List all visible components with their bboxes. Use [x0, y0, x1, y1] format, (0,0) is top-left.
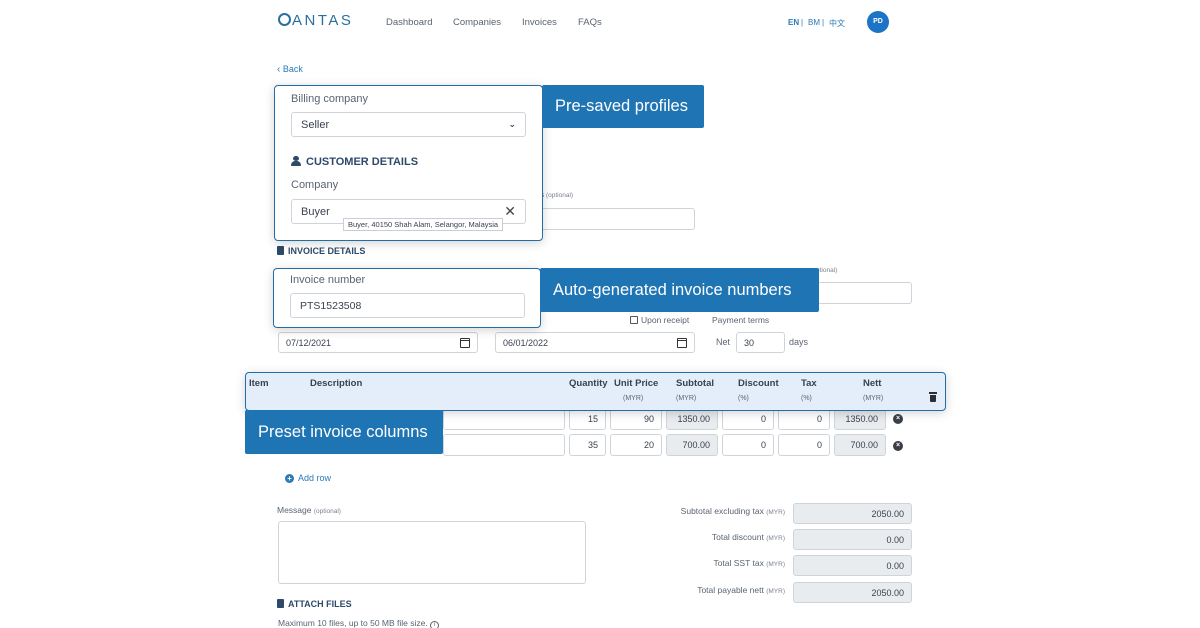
billing-company-select[interactable]: Seller ⌄: [291, 112, 526, 137]
back-link[interactable]: ‹ Back: [277, 64, 303, 75]
lang-separator: |: [822, 18, 825, 27]
due-date-value: 06/01/2022: [503, 337, 549, 348]
brand-logo[interactable]: ANTAS: [278, 12, 353, 29]
chevron-left-icon: ‹: [277, 64, 281, 75]
nav-companies[interactable]: Companies: [453, 17, 501, 28]
billing-company-label: Billing company: [291, 93, 369, 105]
info-icon[interactable]: i: [430, 621, 440, 628]
back-label: Back: [282, 64, 303, 74]
company-label: Company: [291, 179, 339, 191]
document-icon: [277, 246, 284, 255]
quantity-input[interactable]: 15: [569, 408, 606, 430]
subtotal-value: 1350.00: [666, 408, 718, 430]
reference-input[interactable]: [812, 282, 912, 304]
invoice-number-input[interactable]: PTS1523508: [290, 293, 525, 318]
invoice-number-card: Invoice number PTS1523508: [273, 268, 541, 328]
column-tax: Tax: [801, 378, 817, 389]
upon-receipt-checkbox[interactable]: [630, 316, 638, 324]
plus-circle-icon: +: [285, 473, 294, 483]
tax-input[interactable]: 0: [778, 408, 830, 430]
due-date-input[interactable]: 06/01/2022: [495, 332, 695, 353]
subtotal-total: 2050.00: [793, 503, 912, 524]
invoice-date-input[interactable]: 07/12/2021: [278, 332, 478, 353]
nett-value: 1350.00: [834, 408, 886, 430]
column-quantity: Quantity: [569, 378, 608, 389]
chevron-down-icon: ⌄: [508, 119, 516, 129]
nav-faqs[interactable]: FAQs: [578, 17, 602, 28]
address-input[interactable]: [537, 208, 695, 230]
column-subtotal-unit: (MYR): [676, 395, 697, 402]
column-discount: Discount: [738, 378, 779, 389]
callout-profiles: Pre-saved profiles: [542, 85, 704, 128]
total-sst: 0.00: [793, 555, 912, 576]
discount-input[interactable]: 0: [722, 408, 774, 430]
lang-separator: |: [801, 18, 804, 27]
callout-invoice-numbers: Auto-generated invoice numbers: [540, 268, 819, 312]
lang-zh[interactable]: 中文: [829, 18, 845, 29]
remove-row-icon[interactable]: ×: [893, 441, 903, 451]
invoice-date-value: 07/12/2021: [286, 337, 332, 348]
add-row-label: Add row: [298, 473, 332, 483]
customer-details-heading: CUSTOMER DETAILS: [291, 156, 418, 168]
lang-en[interactable]: EN: [788, 18, 799, 27]
calendar-icon[interactable]: [677, 337, 687, 348]
company-suggestion[interactable]: Buyer, 40150 Shah Alam, Selangor, Malays…: [343, 218, 504, 231]
add-row-button[interactable]: + Add row: [285, 473, 331, 483]
nav-invoices[interactable]: Invoices: [522, 17, 557, 28]
net-days-input[interactable]: 30: [736, 332, 785, 353]
quantity-input[interactable]: 35: [569, 434, 606, 456]
tax-input[interactable]: 0: [778, 434, 830, 456]
user-avatar[interactable]: PD: [867, 11, 889, 33]
invoice-number-label: Invoice number: [290, 274, 366, 286]
lang-bm[interactable]: BM: [808, 18, 820, 27]
upon-receipt-option[interactable]: Upon receipt: [630, 315, 689, 325]
message-textarea[interactable]: [278, 521, 586, 584]
column-unit-price-unit: (MYR): [623, 395, 644, 402]
billing-company-value: Seller: [301, 118, 330, 131]
message-label: Message (optional): [277, 505, 341, 515]
total-discount-label: Total discount (MYR): [711, 532, 785, 542]
column-nett-unit: (MYR): [863, 395, 884, 402]
logo-text: ANTAS: [292, 12, 354, 29]
discount-input[interactable]: 0: [722, 434, 774, 456]
reference-optional-label: ptional): [816, 267, 838, 274]
nav-dashboard[interactable]: Dashboard: [386, 17, 432, 28]
callout-invoice-columns: Preset invoice columns: [245, 410, 443, 454]
net-label: Net: [716, 337, 731, 347]
total-discount: 0.00: [793, 529, 912, 550]
upon-receipt-label: Upon receipt: [641, 315, 690, 325]
p-ring-icon: [278, 13, 291, 26]
customer-profile-card: Billing company Seller ⌄ CUSTOMER DETAIL…: [274, 85, 543, 241]
description-input-1[interactable]: [443, 408, 565, 430]
subtotal-label: Subtotal excluding tax (MYR): [680, 506, 785, 516]
days-label: days: [789, 337, 809, 347]
total-sst-label: Total SST tax (MYR): [713, 558, 785, 568]
unit-price-input[interactable]: 20: [610, 434, 662, 456]
trash-icon[interactable]: [929, 392, 937, 402]
subtotal-value: 700.00: [666, 434, 718, 456]
total-payable: 2050.00: [793, 582, 912, 603]
attach-note: Maximum 10 files, up to 50 MB file size.…: [278, 618, 440, 628]
nett-value: 700.00: [834, 434, 886, 456]
document-icon: [277, 599, 284, 608]
column-discount-unit: (%): [738, 395, 749, 402]
column-item: Item: [249, 378, 269, 389]
column-description: Description: [310, 378, 363, 389]
remove-row-icon[interactable]: ×: [893, 414, 903, 424]
company-value: Buyer: [301, 205, 330, 218]
invoice-details-heading: INVOICE DETAILS: [277, 246, 365, 256]
column-subtotal: Subtotal: [676, 378, 714, 389]
invoice-table-header: Item Description Quantity Unit Price (MY…: [245, 372, 946, 411]
attach-files-heading: ATTACH FILES: [277, 599, 352, 609]
column-unit-price: Unit Price: [614, 378, 659, 389]
calendar-icon[interactable]: [460, 337, 470, 348]
total-payable-label: Total payable nett (MYR): [697, 585, 785, 595]
payment-terms-label: Payment terms: [712, 315, 770, 325]
column-tax-unit: (%): [801, 395, 812, 402]
person-icon: [291, 156, 301, 166]
description-input-2[interactable]: [443, 434, 565, 456]
unit-price-input[interactable]: 90: [610, 408, 662, 430]
column-nett: Nett: [863, 378, 882, 389]
clear-icon[interactable]: ✕: [504, 203, 516, 220]
